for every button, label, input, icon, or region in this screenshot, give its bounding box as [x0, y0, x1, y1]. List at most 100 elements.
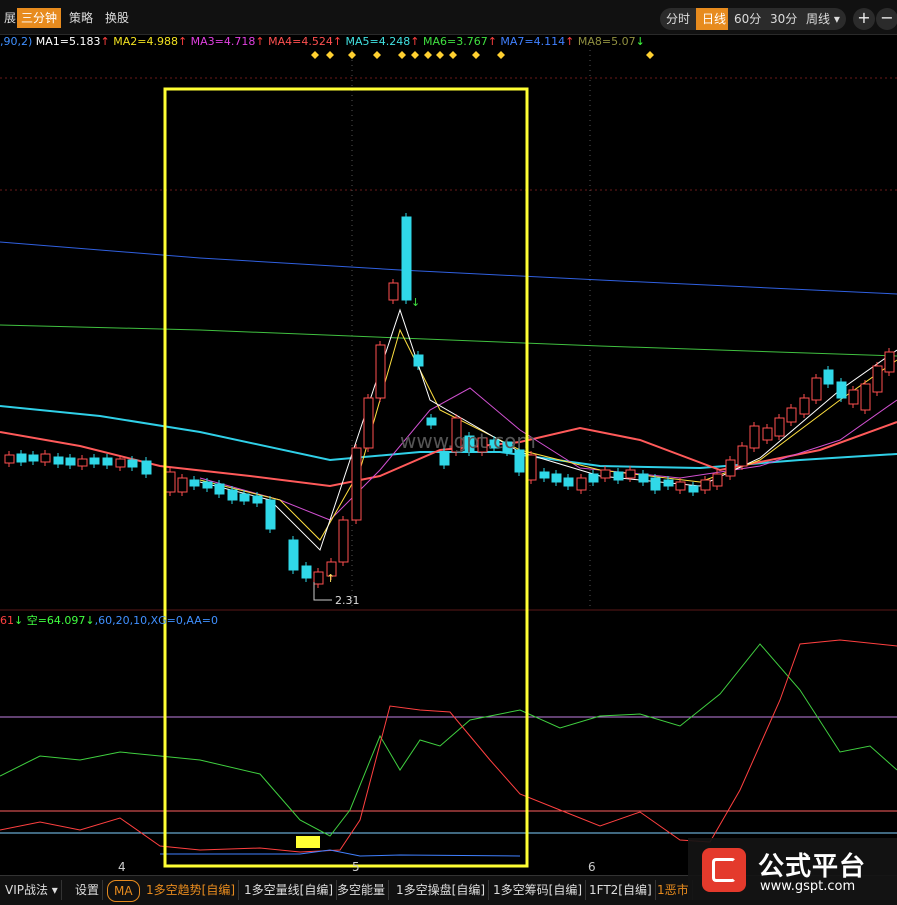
candle-body-22: [288, 539, 299, 571]
candle-body-20: [252, 495, 263, 504]
candle-body-18: [227, 489, 238, 501]
ma-legend-prefix: ,90,2): [0, 35, 33, 48]
candle-body-64: [811, 377, 822, 401]
ma-legend-item-5: MA5=4.248: [342, 35, 411, 48]
ma-legend-item-6: MA6=3.767: [419, 35, 488, 48]
low-price-label: 2.31: [335, 594, 360, 607]
candle-body-44: [563, 477, 574, 487]
candlesticks: [4, 213, 895, 588]
candle-body-23: [301, 565, 312, 579]
candle-body-56: [712, 473, 723, 487]
candle-body-65: [823, 369, 834, 385]
ma-legend: ,90,2) MA1=5.183↑ MA2=4.988↑ MA3=4.718↑ …: [0, 34, 645, 50]
ma-legend-arrow-4: ↑: [332, 35, 343, 48]
ma-line-1: [0, 241, 897, 295]
indicator-legend: 61↓ 空=64.097↓,60,20,10,XG=0,AA=0: [0, 613, 218, 629]
candle-body-19: [239, 493, 250, 502]
tab-long-short-chips[interactable]: 1多空筹码[自编]: [490, 880, 586, 900]
candle-body-6: [65, 457, 76, 466]
signal-diamond-1: [311, 51, 319, 59]
candle-body-40: [514, 449, 525, 473]
tab-bad-market[interactable]: 1恶市: [654, 880, 693, 900]
candle-body-31: [401, 216, 412, 301]
indicator-legend-value-1: 61: [0, 614, 14, 627]
candle-body-27: [351, 447, 362, 521]
ma-line-2: [0, 324, 897, 357]
candle-body-13: [165, 471, 176, 493]
highlight-box: [163, 87, 529, 868]
tab-settings[interactable]: 设置: [72, 880, 104, 900]
ma-legend-arrow-8: ↓: [635, 35, 645, 48]
ma-legend-item-3: MA3=4.718: [187, 35, 256, 48]
candle-body-32: [413, 354, 424, 367]
ma-legend-arrow-6: ↑: [487, 35, 497, 48]
signal-diamond-5: [398, 51, 406, 59]
tab-vip-strategy[interactable]: VIP战法 ▾: [2, 880, 62, 900]
candle-body-3: [28, 454, 39, 462]
candle-body-7: [77, 458, 88, 467]
ma-legend-arrow-7: ↑: [565, 35, 575, 48]
candle-body-1: [4, 454, 15, 464]
candle-body-8: [89, 457, 100, 465]
candle-body-61: [774, 417, 785, 437]
signal-diamond-markers: [311, 51, 654, 59]
candle-body-17: [214, 483, 225, 495]
watermark-site-name: 公式平台: [758, 852, 867, 882]
candle-body-67: [848, 389, 859, 405]
candle-body-15: [189, 479, 200, 487]
tab-ma[interactable]: MA: [107, 880, 140, 902]
candle-body-12: [141, 460, 152, 475]
candle-body-69: [872, 365, 883, 393]
tab-ft2[interactable]: 1FT2[自编]: [586, 880, 656, 900]
ma-legend-item-8: MA8=5.07: [574, 35, 636, 48]
signal-diamond-4: [373, 51, 381, 59]
gspt-logo-icon: [702, 848, 746, 892]
candle-body-43: [551, 473, 562, 483]
indicator-legend-value-2: ↓ 空=64.097↓: [14, 614, 95, 627]
ma-legend-item-1: MA1=5.183: [35, 35, 101, 48]
candle-body-68: [860, 383, 871, 411]
indicator-legend-params: ,60,20,10,XG=0,AA=0: [94, 614, 218, 627]
candle-body-2: [16, 453, 27, 463]
candle-body-34: [439, 451, 450, 466]
candle-body-4: [40, 453, 51, 463]
signal-diamond-8: [436, 51, 444, 59]
candle-body-29: [375, 344, 386, 399]
candle-body-57: [725, 459, 736, 477]
candle-body-48: [613, 471, 624, 481]
low-price-marker: 2.31: [313, 582, 360, 607]
buy-arrow-icon: ↑: [326, 572, 335, 585]
candle-body-11: [127, 459, 138, 468]
candle-body-58: [737, 445, 748, 467]
tab-long-short-energy[interactable]: 多空能量: [334, 880, 390, 900]
signal-diamond-6: [411, 51, 419, 59]
candle-body-62: [786, 407, 797, 423]
indicator-lines: [0, 639, 897, 857]
candle-body-9: [102, 457, 113, 466]
signal-diamond-11: [497, 51, 505, 59]
candle-body-14: [177, 477, 188, 493]
x-axis-label-5: 5: [352, 860, 360, 874]
ma-legend-item-4: MA4=4.524: [264, 35, 333, 48]
tab-long-short-trend[interactable]: 1多空趋势[自编]: [143, 880, 239, 900]
candle-body-52: [663, 479, 674, 487]
candle-body-66: [836, 381, 847, 399]
kline-chart[interactable]: www.gpt.com 2.31 ↑ ↓: [0, 0, 897, 875]
indicator-signal-block: [296, 836, 320, 848]
moving-average-lines: [0, 241, 897, 551]
signal-diamond-3: [348, 51, 356, 59]
candle-body-53: [675, 481, 686, 491]
candle-body-16: [202, 481, 213, 489]
candle-body-63: [799, 397, 810, 415]
candle-body-49: [625, 469, 636, 479]
candle-body-21: [265, 499, 276, 530]
indicator-line-blue: [160, 849, 521, 857]
ma-line-7: [199, 308, 897, 551]
sell-arrow-icon: ↓: [411, 296, 420, 309]
tab-long-short-trading[interactable]: 1多空操盘[自编]: [393, 880, 489, 900]
tab-long-short-volume-line[interactable]: 1多空量线[自编]: [241, 880, 337, 900]
candle-body-59: [749, 425, 760, 449]
candle-body-24: [313, 571, 324, 585]
x-axis-label-4: 4: [118, 860, 126, 874]
candle-body-60: [762, 427, 773, 441]
